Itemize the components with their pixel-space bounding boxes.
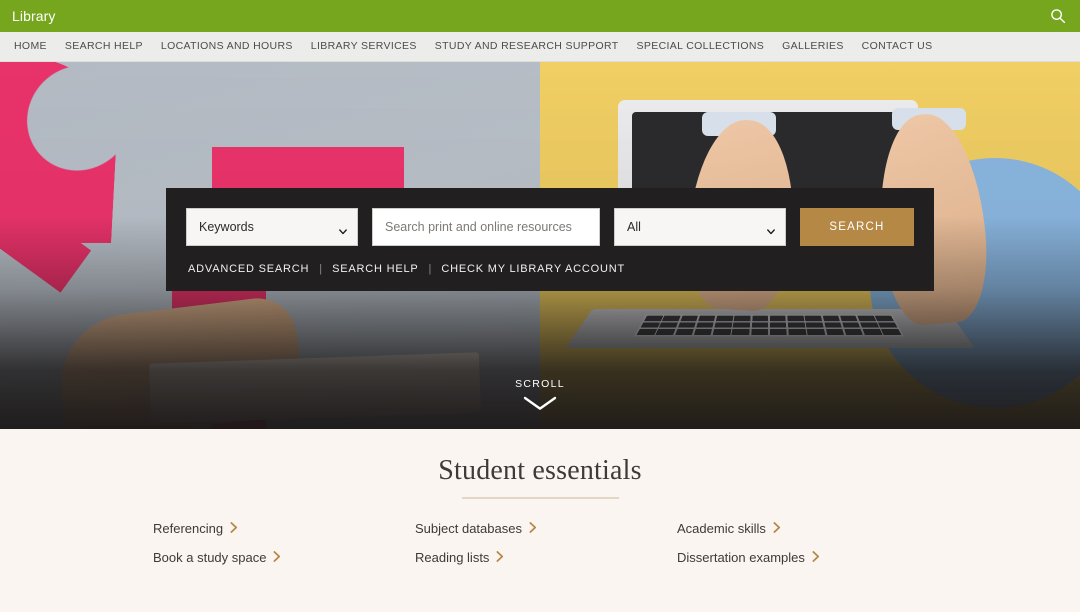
site-title[interactable]: Library bbox=[12, 0, 56, 32]
chevron-right-icon bbox=[230, 521, 238, 536]
link-separator: | bbox=[428, 263, 432, 275]
essentials-link-subject-databases[interactable]: Subject databases bbox=[415, 521, 537, 536]
nav-item-study-and-research-support[interactable]: STUDY AND RESEARCH SUPPORT bbox=[426, 32, 628, 61]
section-title: Student essentials bbox=[438, 455, 642, 486]
nav-item-galleries[interactable]: GALLERIES bbox=[773, 32, 853, 61]
essentials-link-book-a-study-space[interactable]: Book a study space bbox=[153, 550, 281, 565]
advanced-search-link[interactable]: ADVANCED SEARCH bbox=[188, 263, 309, 275]
nav-item-contact-us[interactable]: CONTACT US bbox=[853, 32, 942, 61]
nav-item-locations-and-hours[interactable]: LOCATIONS AND HOURS bbox=[152, 32, 302, 61]
essentials-link-grid: Referencing Subject databases Academic s… bbox=[0, 521, 1080, 565]
search-scope-select[interactable]: Keywords bbox=[186, 208, 358, 246]
essentials-link-reading-lists[interactable]: Reading lists bbox=[415, 550, 504, 565]
search-row: Keywords All SEARCH bbox=[186, 208, 914, 246]
chevron-right-icon bbox=[773, 521, 781, 536]
essentials-link-dissertation-examples[interactable]: Dissertation examples bbox=[677, 550, 820, 565]
link-separator: | bbox=[319, 263, 323, 275]
search-input[interactable] bbox=[372, 208, 600, 246]
check-my-library-account-link[interactable]: CHECK MY LIBRARY ACCOUNT bbox=[441, 263, 625, 275]
chevron-right-icon bbox=[496, 550, 504, 565]
brand-bar: Library bbox=[0, 0, 1080, 32]
essentials-link-label: Subject databases bbox=[415, 521, 522, 536]
search-panel: Keywords All SEARCH ADVANCED SEA bbox=[166, 188, 934, 291]
nav-item-special-collections[interactable]: SPECIAL COLLECTIONS bbox=[628, 32, 774, 61]
essentials-link-label: Dissertation examples bbox=[677, 550, 805, 565]
search-scope-value: Keywords bbox=[199, 220, 254, 234]
search-icon[interactable] bbox=[1044, 0, 1072, 32]
essentials-link-label: Book a study space bbox=[153, 550, 267, 565]
search-helper-links: ADVANCED SEARCH | SEARCH HELP | CHECK MY… bbox=[186, 263, 914, 275]
essentials-link-label: Academic skills bbox=[677, 521, 766, 536]
chevron-down-icon bbox=[339, 225, 347, 235]
chevron-right-icon bbox=[529, 521, 537, 536]
scroll-cue[interactable]: SCROLL bbox=[0, 378, 1080, 411]
essentials-link-label: Referencing bbox=[153, 521, 224, 536]
chevron-right-icon bbox=[273, 550, 281, 565]
nav-item-library-services[interactable]: LIBRARY SERVICES bbox=[302, 32, 426, 61]
search-submit-button[interactable]: SEARCH bbox=[800, 208, 914, 246]
essentials-link-referencing[interactable]: Referencing bbox=[153, 521, 238, 536]
main-navigation: HOME SEARCH HELP LOCATIONS AND HOURS LIB… bbox=[0, 32, 1080, 62]
hero-banner: Keywords All SEARCH ADVANCED SEA bbox=[0, 62, 1080, 429]
chevron-down-icon bbox=[523, 390, 557, 411]
search-type-value: All bbox=[627, 220, 641, 234]
essentials-link-academic-skills[interactable]: Academic skills bbox=[677, 521, 781, 536]
chevron-down-icon bbox=[767, 225, 775, 235]
search-type-select[interactable]: All bbox=[614, 208, 786, 246]
essentials-link-label: Reading lists bbox=[415, 550, 490, 565]
nav-item-search-help[interactable]: SEARCH HELP bbox=[56, 32, 152, 61]
student-essentials-section: Student essentials Referencing Subject d… bbox=[0, 429, 1080, 612]
title-underline bbox=[461, 497, 619, 499]
scroll-cue-label: SCROLL bbox=[515, 378, 565, 390]
nav-item-home[interactable]: HOME bbox=[10, 32, 56, 61]
search-help-link[interactable]: SEARCH HELP bbox=[332, 263, 418, 275]
chevron-right-icon bbox=[812, 550, 820, 565]
